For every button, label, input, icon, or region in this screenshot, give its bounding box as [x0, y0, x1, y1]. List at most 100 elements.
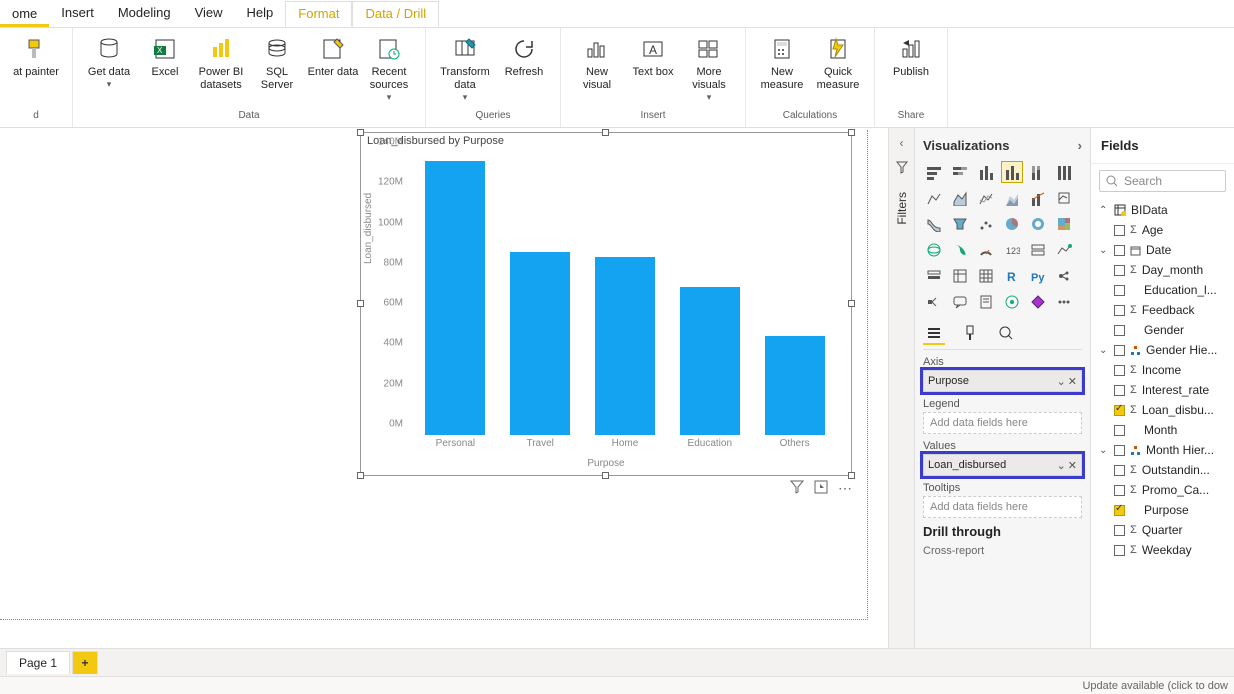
visual-type-icon[interactable] [923, 291, 945, 313]
field-item[interactable]: ⌄Date [1097, 240, 1228, 260]
tab-modeling[interactable]: Modeling [106, 1, 183, 27]
field-item[interactable]: ΣLoan_disbu... [1097, 400, 1228, 420]
table-item[interactable]: ⌃ BIData [1097, 200, 1228, 220]
field-item[interactable]: ⌄Gender Hie... [1097, 340, 1228, 360]
get-data-button[interactable]: Get data▾ [81, 32, 137, 92]
visual-type-icon[interactable] [949, 239, 971, 261]
visual-type-icon[interactable] [1027, 213, 1049, 235]
visual-type-icon[interactable]: Py [1027, 265, 1049, 287]
field-checkbox[interactable] [1114, 225, 1125, 236]
visual-type-icon[interactable] [923, 213, 945, 235]
field-checkbox[interactable] [1114, 425, 1125, 436]
visual-type-icon[interactable] [1053, 265, 1075, 287]
quick-measure-button[interactable]: Quick measure [810, 32, 866, 94]
visual-type-icon[interactable] [1053, 291, 1075, 313]
sql-server-button[interactable]: SQL Server [249, 32, 305, 94]
resize-handle[interactable] [848, 472, 855, 479]
field-checkbox[interactable] [1114, 505, 1125, 516]
resize-handle[interactable] [848, 129, 855, 136]
field-checkbox[interactable] [1114, 245, 1125, 256]
field-item[interactable]: Month [1097, 420, 1228, 440]
field-item[interactable]: ΣQuarter [1097, 520, 1228, 540]
field-item[interactable]: ΣIncome [1097, 360, 1228, 380]
new-measure-button[interactable]: New measure [754, 32, 810, 94]
chart-bar[interactable] [595, 257, 655, 436]
visual-type-icon[interactable] [1027, 291, 1049, 313]
chart-bar[interactable] [765, 336, 825, 435]
field-item[interactable]: Purpose [1097, 500, 1228, 520]
field-item[interactable]: ΣInterest_rate [1097, 380, 1228, 400]
resize-handle[interactable] [602, 129, 609, 136]
tab-insert[interactable]: Insert [49, 1, 106, 27]
resize-handle[interactable] [357, 472, 364, 479]
expand-chevron-icon[interactable]: ‹ [900, 136, 904, 150]
visual-type-icon[interactable] [923, 265, 945, 287]
tab-view[interactable]: View [183, 1, 235, 27]
excel-button[interactable]: XExcel [137, 32, 193, 81]
visual-type-icon[interactable] [949, 161, 971, 183]
tab-format[interactable]: Format [285, 1, 352, 27]
visual-type-icon[interactable] [923, 161, 945, 183]
field-checkbox[interactable] [1114, 285, 1125, 296]
visual-type-icon[interactable] [975, 291, 997, 313]
visual-type-icon[interactable] [923, 187, 945, 209]
visual-type-icon[interactable] [1027, 187, 1049, 209]
field-item[interactable]: ΣWeekday [1097, 540, 1228, 560]
field-checkbox[interactable] [1114, 385, 1125, 396]
legend-field-well[interactable]: Add data fields here [923, 412, 1082, 434]
visual-type-icon[interactable] [975, 239, 997, 261]
field-item[interactable]: ΣDay_month [1097, 260, 1228, 280]
field-checkbox[interactable] [1114, 545, 1125, 556]
collapse-chevron-icon[interactable]: › [1078, 138, 1082, 153]
focus-mode-icon[interactable] [814, 480, 828, 504]
resize-handle[interactable] [357, 129, 364, 136]
text-box-button[interactable]: AText box [625, 32, 681, 81]
values-field-well[interactable]: Loan_disbursed ⌄✕ [923, 454, 1082, 476]
field-item[interactable]: Education_l... [1097, 280, 1228, 300]
visual-type-icon[interactable] [949, 213, 971, 235]
visual-type-icon[interactable] [975, 213, 997, 235]
page-tab-1[interactable]: Page 1 [6, 651, 70, 674]
chart-bar[interactable] [510, 252, 570, 435]
tab-help[interactable]: Help [235, 1, 286, 27]
resize-handle[interactable] [602, 472, 609, 479]
refresh-button[interactable]: Refresh [496, 32, 552, 81]
format-tab[interactable] [959, 323, 981, 345]
enter-data-button[interactable]: Enter data [305, 32, 361, 81]
visual-type-icon[interactable] [1001, 187, 1023, 209]
field-item[interactable]: ⌄Month Hier... [1097, 440, 1228, 460]
chevron-down-icon[interactable]: ⌄ [1057, 375, 1066, 388]
publish-button[interactable]: Publish [883, 32, 939, 81]
field-checkbox[interactable] [1114, 485, 1125, 496]
chart-bar[interactable] [680, 287, 740, 435]
filters-pane-collapsed[interactable]: ‹ Filters [888, 128, 914, 648]
field-checkbox[interactable] [1114, 345, 1125, 356]
filter-icon[interactable] [790, 480, 804, 504]
field-item[interactable]: ΣPromo_Ca... [1097, 480, 1228, 500]
visual-type-icon[interactable] [923, 239, 945, 261]
analytics-tab[interactable] [995, 323, 1017, 345]
visual-type-icon[interactable] [1027, 161, 1049, 183]
field-checkbox[interactable] [1114, 465, 1125, 476]
recent-sources-button[interactable]: Recent sources▾ [361, 32, 417, 105]
visual-type-icon[interactable] [1053, 187, 1075, 209]
add-page-button[interactable]: + [72, 651, 98, 674]
field-item[interactable]: Gender [1097, 320, 1228, 340]
transform-data-button[interactable]: Transform data▾ [434, 32, 496, 105]
axis-field-well[interactable]: Purpose ⌄✕ [923, 370, 1082, 392]
more-visuals-button[interactable]: More visuals▾ [681, 32, 737, 105]
visual-type-icon[interactable] [949, 187, 971, 209]
field-item[interactable]: ΣAge [1097, 220, 1228, 240]
tab-home[interactable]: ome [0, 2, 49, 27]
more-options-icon[interactable]: ⋯ [838, 480, 852, 504]
visual-type-icon[interactable] [949, 291, 971, 313]
update-available-text[interactable]: Update available (click to dow [1082, 680, 1228, 692]
field-checkbox[interactable] [1114, 265, 1125, 276]
resize-handle[interactable] [848, 300, 855, 307]
report-canvas[interactable]: Loan_disbursed by Purpose Loan_disbursed… [0, 128, 888, 648]
visual-type-icon[interactable] [1053, 239, 1075, 261]
field-item[interactable]: ΣOutstandin... [1097, 460, 1228, 480]
field-checkbox[interactable] [1114, 305, 1125, 316]
visual-type-icon[interactable] [1001, 161, 1023, 183]
field-checkbox[interactable] [1114, 365, 1125, 376]
